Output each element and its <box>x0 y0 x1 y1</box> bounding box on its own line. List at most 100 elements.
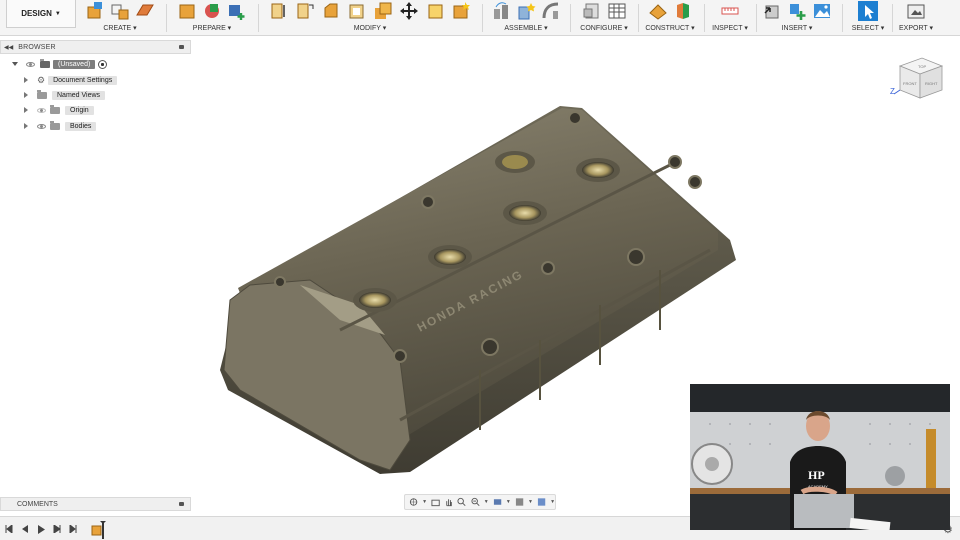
chevron-down-icon[interactable]: ▼ <box>528 499 533 505</box>
move-icon[interactable] <box>399 1 419 21</box>
toolbar-group-insert[interactable]: INSERT ▾ <box>758 0 836 36</box>
pin-icon[interactable] <box>179 45 184 49</box>
play-icon[interactable] <box>37 525 45 534</box>
cam-wheel-hub <box>705 457 719 471</box>
insert-canvas-icon[interactable] <box>812 1 832 21</box>
tree-root-row[interactable]: (Unsaved) <box>12 58 108 70</box>
chevron-down-icon[interactable]: ▼ <box>550 499 555 505</box>
shirt-logo-text: HP <box>808 468 825 482</box>
expand-triangle-icon[interactable] <box>12 62 18 66</box>
visibility-eye-icon[interactable] <box>37 123 46 129</box>
expand-triangle-icon[interactable] <box>24 123 28 129</box>
insert-derive-icon[interactable] <box>762 1 782 21</box>
table-icon[interactable] <box>607 1 627 21</box>
display-settings-icon[interactable] <box>493 497 502 507</box>
chevron-down-icon[interactable]: ▼ <box>506 499 511 505</box>
as-built-joint-icon[interactable] <box>516 1 536 21</box>
group-label: ASSEMBLE ▾ <box>504 25 548 32</box>
new-component-icon[interactable] <box>85 1 105 21</box>
tree-item-label: Bodies <box>65 121 97 131</box>
mesh-icon[interactable] <box>202 1 222 21</box>
tree-item-document-settings[interactable]: ⚙ Document Settings <box>24 74 118 86</box>
sketch-icon[interactable] <box>110 1 130 21</box>
go-to-end-icon[interactable] <box>69 525 77 533</box>
visibility-eye-icon[interactable] <box>26 61 35 67</box>
viewcube[interactable]: TOP FRONT RIGHT <box>892 50 952 106</box>
motion-link-icon[interactable] <box>541 1 561 21</box>
document-name[interactable]: (Unsaved) <box>53 59 96 69</box>
zoom-icon[interactable] <box>457 497 466 507</box>
divider <box>704 4 705 32</box>
select-cursor-icon[interactable] <box>858 1 878 21</box>
zoom-window-icon[interactable] <box>471 497 480 507</box>
expand-triangle-icon[interactable] <box>24 92 28 98</box>
viewcube-front-label: FRONT <box>903 81 917 86</box>
midplane-icon[interactable] <box>673 1 693 21</box>
box-icon[interactable] <box>177 1 197 21</box>
offset-plane-icon[interactable] <box>648 1 668 21</box>
step-back-icon[interactable] <box>21 525 29 533</box>
tree-item-origin[interactable]: Origin <box>24 104 94 116</box>
browser-panel-header[interactable]: ◀◀ BROWSER <box>0 40 191 54</box>
toolbar-group-modify[interactable]: MODIFY ▾ <box>262 0 478 36</box>
tree-item-named-views[interactable]: Named Views <box>24 89 106 101</box>
visibility-eye-icon[interactable] <box>37 107 46 113</box>
timeline-feature-icon[interactable] <box>90 521 108 539</box>
group-label: CONFIGURE ▾ <box>580 25 628 32</box>
workspace-label: DESIGN <box>21 9 52 18</box>
extrude-icon[interactable] <box>135 1 155 21</box>
collapse-arrows-icon[interactable]: ◀◀ <box>4 44 13 51</box>
step-forward-icon[interactable] <box>53 525 61 533</box>
tree-item-bodies[interactable]: Bodies <box>24 120 97 132</box>
plus-component-icon[interactable] <box>227 1 247 21</box>
pin-icon[interactable] <box>179 502 184 506</box>
press-pull-icon[interactable] <box>269 1 289 21</box>
oil-filler-hole <box>502 155 528 169</box>
activate-radio-icon[interactable] <box>98 59 108 69</box>
toolbar-group-export[interactable]: EXPORT ▾ <box>894 0 938 36</box>
toolbar-group-assemble[interactable]: ASSEMBLE ▾ <box>486 0 566 36</box>
chamfer-icon[interactable] <box>321 1 341 21</box>
browser-title: BROWSER <box>18 43 56 51</box>
shell-icon[interactable] <box>347 1 367 21</box>
divider <box>842 4 843 32</box>
workspace-switcher[interactable]: DESIGN ▼ <box>6 0 76 28</box>
comments-title: COMMENTS <box>17 500 58 508</box>
joint-icon[interactable] <box>491 1 511 21</box>
tree-item-label: Named Views <box>52 90 106 100</box>
chevron-down-icon[interactable]: ▼ <box>484 499 489 505</box>
viewports-icon[interactable] <box>537 497 546 507</box>
orbit-icon[interactable] <box>409 497 418 507</box>
combine-icon[interactable] <box>373 1 393 21</box>
toolbar-group-construct[interactable]: CONSTRUCT ▾ <box>640 0 700 36</box>
export-icon[interactable] <box>906 1 926 21</box>
spark-plug-hole <box>582 162 614 178</box>
go-to-start-icon[interactable] <box>5 525 13 533</box>
fillet-icon[interactable] <box>295 1 315 21</box>
comments-panel-header[interactable]: COMMENTS <box>0 497 191 511</box>
grid-settings-icon[interactable] <box>515 497 524 507</box>
valve-cover-model[interactable]: HONDA RACING <box>210 100 745 480</box>
configure-icon[interactable] <box>582 1 602 21</box>
chevron-down-icon[interactable]: ▼ <box>422 499 427 505</box>
toolbar-group-create[interactable]: CREATE ▾ <box>82 0 158 36</box>
align-icon[interactable] <box>425 1 445 21</box>
expand-triangle-icon[interactable] <box>24 77 28 83</box>
toolbar-group-select[interactable]: SELECT ▾ <box>846 0 890 36</box>
measure-icon[interactable] <box>720 1 740 21</box>
group-label: MODIFY ▾ <box>353 25 387 32</box>
toolbar-group-prepare[interactable]: PREPARE ▾ <box>170 0 254 36</box>
spark-plug-hole <box>434 249 466 265</box>
cam-turbo <box>885 466 905 486</box>
look-at-icon[interactable] <box>431 497 440 507</box>
toolbar-group-inspect[interactable]: INSPECT ▾ <box>706 0 754 36</box>
expand-triangle-icon[interactable] <box>24 107 28 113</box>
divider <box>258 4 259 32</box>
z-axis-label: Z <box>890 87 895 96</box>
toolbar-group-configure[interactable]: CONFIGURE ▾ <box>574 0 634 36</box>
insert-mcmaster-icon[interactable] <box>787 1 807 21</box>
presenter-webcam-overlay: HP ACADEMY <box>690 384 950 530</box>
pan-hand-icon[interactable] <box>444 497 453 507</box>
appearance-icon[interactable] <box>451 1 471 21</box>
group-label: INSERT ▾ <box>781 25 813 32</box>
